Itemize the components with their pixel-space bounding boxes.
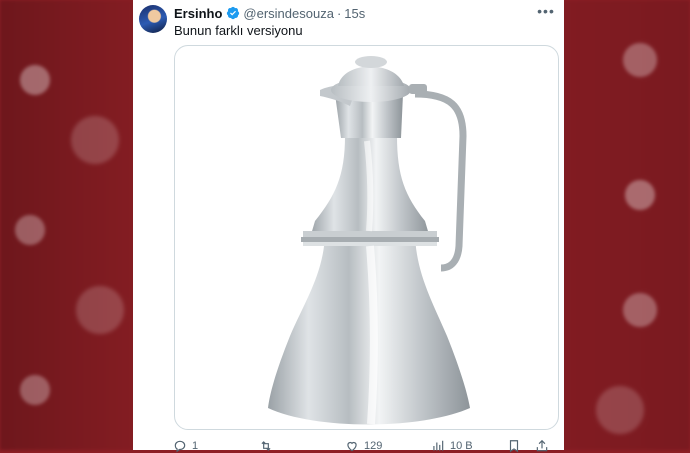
author-name[interactable]: Ersinho — [174, 6, 222, 21]
views-chart-icon — [433, 440, 444, 451]
bookmark-button[interactable] — [507, 439, 521, 453]
reply-count: 1 — [192, 440, 199, 452]
repost-icon — [261, 441, 271, 451]
avatar[interactable] — [139, 5, 167, 33]
tweet-card[interactable]: Ersinho @ersindesouza · 15s ••• Bunun fa… — [133, 0, 564, 453]
verified-badge-icon — [226, 6, 240, 20]
author-handle[interactable]: @ersindesouza — [243, 6, 334, 21]
silver-pitcher-icon — [268, 56, 470, 425]
more-dots-icon[interactable]: ••• — [536, 3, 556, 21]
reply-icon — [174, 440, 186, 453]
heart-icon — [347, 441, 357, 452]
bookmark-icon — [509, 440, 519, 453]
tweet-actions: 1 129 10 B — [169, 439, 559, 453]
views-button[interactable]: 10 B — [431, 439, 473, 453]
tweet-header: Ersinho @ersindesouza · 15s — [174, 5, 365, 21]
tweet-text: Bunun farklı versiyonu — [174, 23, 303, 38]
tweet-media[interactable] — [174, 45, 559, 430]
post-time[interactable]: 15s — [344, 6, 365, 21]
reply-button[interactable]: 1 — [173, 439, 198, 453]
share-icon — [536, 439, 548, 452]
like-count: 129 — [364, 440, 383, 452]
view-count: 10 B — [450, 440, 473, 452]
repost-button[interactable] — [259, 439, 278, 453]
like-button[interactable]: 129 — [345, 439, 382, 453]
header-separator: · — [336, 5, 342, 21]
share-button[interactable] — [535, 439, 549, 453]
